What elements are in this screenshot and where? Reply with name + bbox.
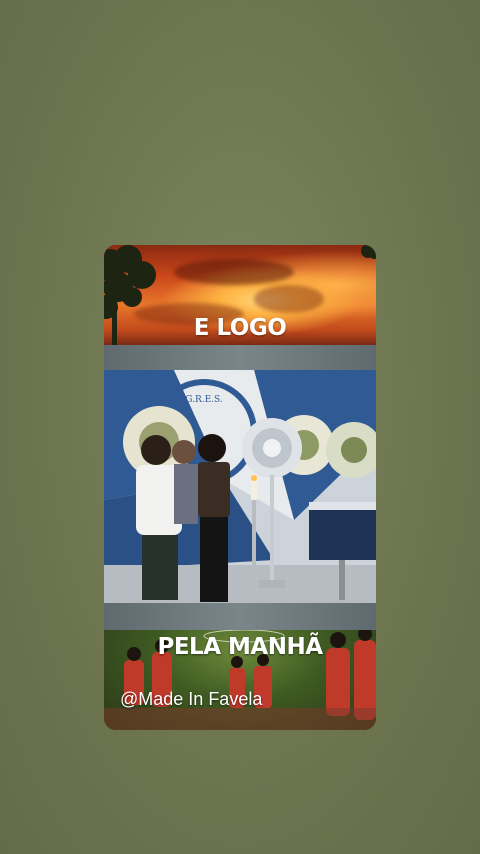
bottom-caption: PELA MANHÃ bbox=[157, 634, 323, 660]
cloud-shape bbox=[174, 259, 294, 285]
top-caption: E LOGO bbox=[193, 315, 287, 341]
story-card[interactable]: E LOGO G.R.E.S. PELA MANHÃ @Made In Fave… bbox=[104, 245, 376, 730]
divider-band bbox=[104, 345, 376, 370]
scene-illustration: G.R.E.S. bbox=[104, 370, 376, 603]
account-handle[interactable]: @Made In Favela bbox=[120, 689, 262, 710]
leaf-silhouette-icon bbox=[361, 245, 376, 259]
divider-band bbox=[104, 603, 376, 630]
sunset-image: E LOGO bbox=[104, 245, 376, 345]
cloud-shape bbox=[254, 285, 324, 313]
story-viewer: E LOGO G.R.E.S. PELA MANHÃ @Made In Fave… bbox=[0, 0, 480, 854]
pitch-image: PELA MANHÃ bbox=[104, 630, 376, 730]
scene-image: G.R.E.S. bbox=[104, 370, 376, 603]
banner-text: G.R.E.S. bbox=[185, 395, 223, 405]
